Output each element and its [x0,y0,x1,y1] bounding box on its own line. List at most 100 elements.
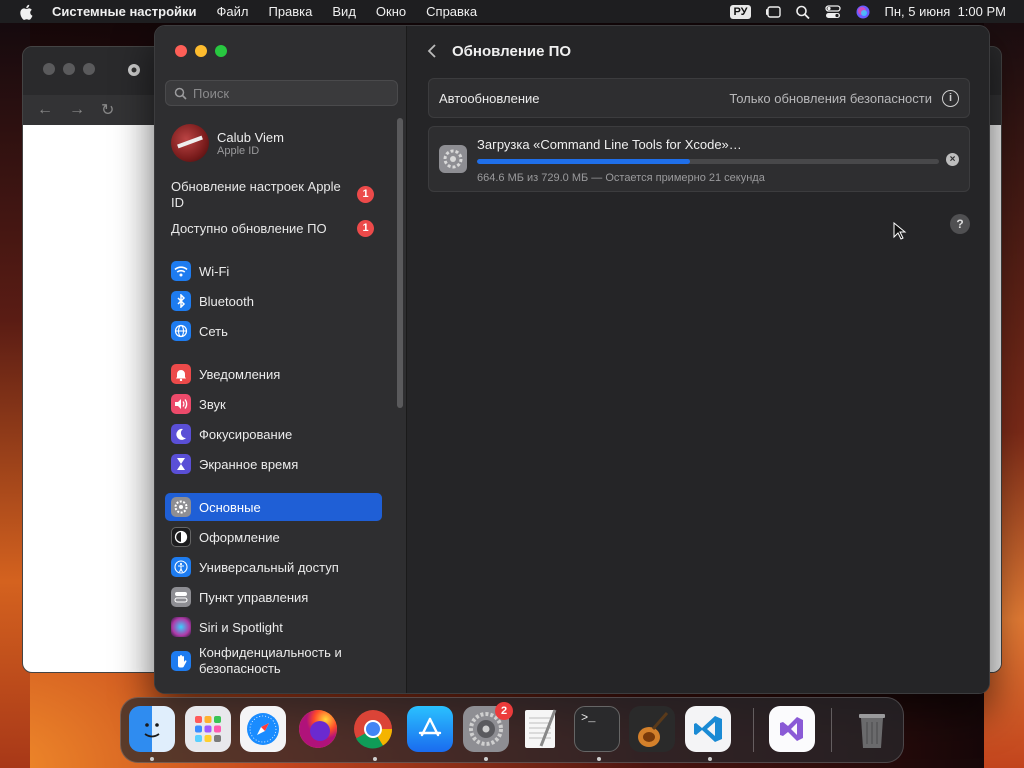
menu-view[interactable]: Вид [332,4,356,19]
mouse-cursor-icon [893,222,907,240]
sidebar-item-label: Сеть [199,323,228,339]
browser-minimize-button[interactable] [63,63,75,75]
sidebar-item-control-center[interactable]: Пункт управления [165,583,382,611]
sidebar-item-general[interactable]: Основные [165,493,382,521]
search-input[interactable] [193,85,393,101]
sidebar-item-sound[interactable]: Звук [165,390,382,418]
download-title: Загрузка «Command Line Tools for Xcode»… [477,137,742,152]
sidebar-scrollbar[interactable] [397,118,403,408]
sidebar-item-label: Основные [199,499,261,515]
sidebar-item-label: Конфиденциальность и безопасность [199,645,342,676]
sidebar-item-siri-spotlight[interactable]: Siri и Spotlight [165,613,382,641]
zoom-button[interactable] [215,45,227,57]
sidebar: Calub Viem Apple ID Обновление настроек … [155,26,407,693]
finder-icon[interactable] [129,706,175,752]
bluetooth-icon [171,291,191,311]
browser-close-button[interactable] [43,63,55,75]
browser-zoom-button[interactable] [83,63,95,75]
textedit-icon[interactable] [518,706,564,752]
sidebar-item-label: Оформление [199,529,280,545]
chrome-icon[interactable] [350,706,396,752]
sidebar-item-appearance[interactable]: Оформление [165,523,382,551]
sidebar-item-label: Bluetooth [199,293,254,309]
back-chevron-icon[interactable] [426,42,438,60]
input-source-badge[interactable]: РУ [730,4,751,19]
download-card: Загрузка «Command Line Tools for Xcode»…… [428,126,970,192]
sidebar-item-label: Siri и Spotlight [199,619,283,635]
hand-icon [171,651,191,671]
alert-apple-id-settings[interactable]: Обновление настроек Apple ID [171,179,351,211]
system-settings-window: Calub Viem Apple ID Обновление настроек … [154,25,990,694]
sidebar-item-label: Пункт управления [199,589,309,605]
siri-menubar-icon[interactable] [855,5,871,19]
search-field[interactable] [165,80,398,106]
menu-edit[interactable]: Правка [268,4,312,19]
sidebar-item-label: Экранное время [199,456,299,472]
system-settings-badge: 2 [495,702,513,720]
account-name: Calub Viem [217,129,284,145]
terminal-icon[interactable]: >_ [574,706,620,752]
sidebar-item-privacy-security[interactable]: Конфиденциальность и безопасность [165,643,382,679]
cancel-download-button[interactable]: × [946,153,959,166]
menu-window[interactable]: Окно [376,4,406,19]
sidebar-item-notifications[interactable]: Уведомления [165,360,382,388]
vscode-icon[interactable] [685,706,731,752]
menu-file[interactable]: Файл [217,4,249,19]
auto-update-label: Автообновление [439,90,540,106]
info-icon[interactable]: i [942,89,959,107]
sidebar-item-network[interactable]: Сеть [165,317,382,345]
sidebar-item-bluetooth[interactable]: Bluetooth [165,287,382,315]
search-icon [174,87,187,100]
minimize-button[interactable] [195,45,207,57]
app-store-icon[interactable] [407,706,453,752]
sidebar-item-label: Звук [199,396,226,412]
software-update-gear-icon [439,145,467,173]
menu-app-name[interactable]: Системные настройки [52,4,197,19]
menu-help[interactable]: Справка [426,4,477,19]
sidebar-item-label: Универсальный доступ [199,559,339,575]
speaker-icon [171,394,191,414]
moon-icon [171,424,191,444]
main-header: Обновление ПО [426,42,571,60]
auto-update-card: Автообновление Только обновления безопас… [428,78,970,118]
download-progress-fill [477,159,690,164]
menu-bar: Системные настройки Файл Правка Вид Окно… [0,0,1024,23]
garageband-icon[interactable] [629,706,675,752]
firefox-icon[interactable] [295,706,341,752]
launchpad-icon[interactable] [185,706,231,752]
safari-icon[interactable] [240,706,286,752]
browser-forward-icon[interactable]: → [69,101,85,119]
download-progress-bar [477,159,939,164]
alert-badge-apple-id: 1 [357,186,374,203]
accessibility-icon [171,557,191,577]
sidebar-item-label: Фокусирование [199,426,293,442]
hourglass-icon [171,454,191,474]
sidebar-item-label: Уведомления [199,366,281,382]
clock-date[interactable]: Пн, 5 июня 1:00 PM [885,4,1006,19]
control-center-icon [171,587,191,607]
main-pane: Обновление ПО Автообновление Только обно… [408,26,989,693]
close-button[interactable] [175,45,187,57]
gear-icon [171,497,191,517]
alert-software-update[interactable]: Доступно обновление ПО [171,221,351,237]
apple-id-account[interactable]: Calub Viem Apple ID [171,124,284,162]
appearance-icon [171,527,191,547]
sidebar-item-accessibility[interactable]: Универсальный доступ [165,553,382,581]
dock: 2 >_ [120,697,904,763]
control-center-menubar-icon[interactable] [824,4,841,19]
visual-studio-icon[interactable] [769,706,815,752]
spotlight-icon[interactable] [795,5,811,19]
page-title: Обновление ПО [452,42,572,60]
account-subtitle: Apple ID [217,144,260,157]
stage-manager-icon[interactable] [765,5,781,19]
browser-reload-icon[interactable]: ↻ [101,100,114,120]
sidebar-item-screen-time[interactable]: Экранное время [165,450,382,478]
chrome-tab-icon [128,64,140,76]
apple-menu-icon[interactable] [18,3,36,21]
sidebar-item-wifi[interactable]: Wi-Fi [165,257,382,285]
browser-back-icon[interactable]: ← [37,101,53,119]
trash-icon[interactable] [849,706,895,752]
help-button[interactable]: ? [950,214,970,234]
sidebar-item-focus[interactable]: Фокусирование [165,420,382,448]
bell-icon [171,364,191,384]
